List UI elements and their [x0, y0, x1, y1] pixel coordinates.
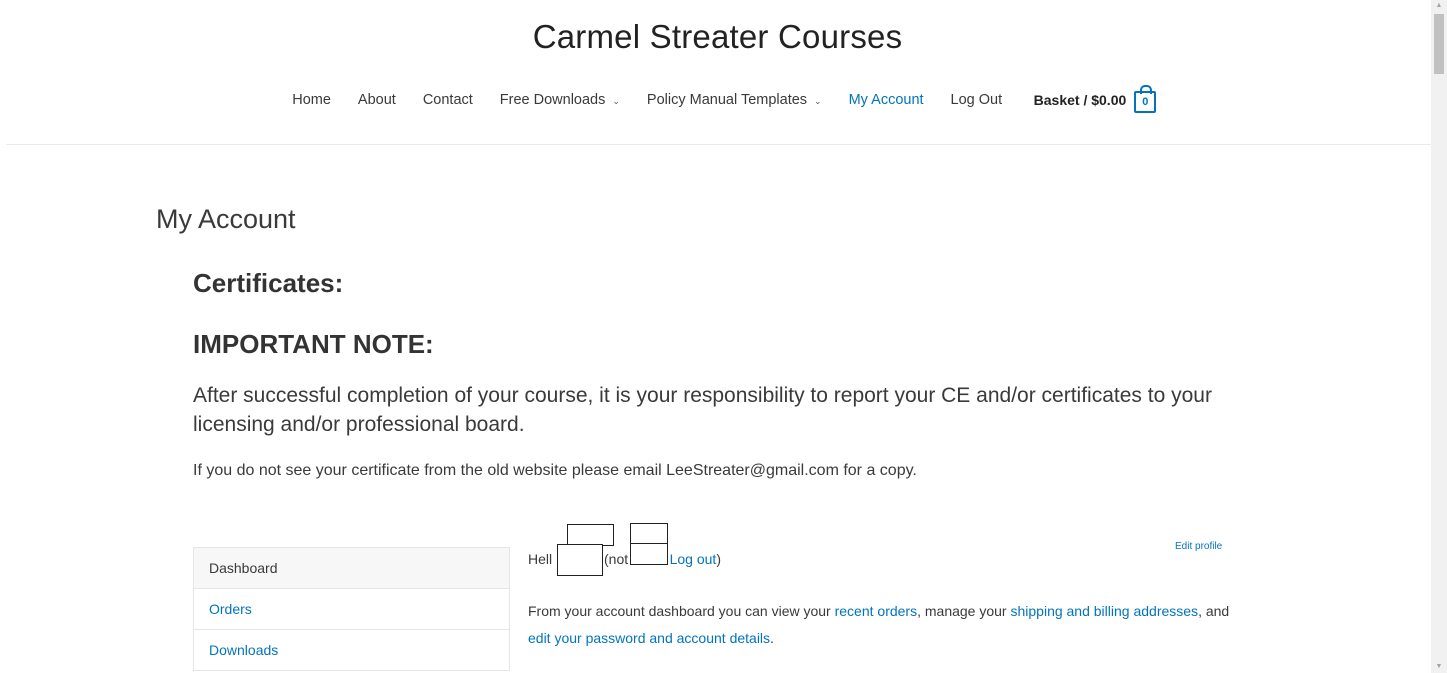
nav-log-out[interactable]: Log Out	[951, 92, 1003, 108]
nav-policy-label: Policy Manual Templates	[646, 92, 808, 108]
hello-prefix: Hell	[528, 551, 553, 567]
account-details-link[interactable]: edit your password and account details	[528, 630, 770, 646]
addresses-link[interactable]: shipping and billing addresses	[1010, 603, 1198, 619]
basket-label: Basket / $0.00	[1033, 92, 1127, 108]
desc-text-2: , manage your	[917, 603, 1011, 619]
not-you-prefix: (not	[600, 551, 629, 567]
recent-orders-link[interactable]: recent orders	[835, 603, 917, 619]
nav-home-label: Home	[292, 92, 331, 108]
nav-contact-label: Contact	[422, 92, 473, 108]
basket-count: 0	[1142, 96, 1149, 108]
edit-profile-link[interactable]: Edit profile	[1175, 541, 1222, 552]
important-note-text: After successful completion of your cour…	[193, 384, 1212, 436]
basket-button[interactable]: Basket / $0.00 0	[1033, 85, 1157, 113]
account-nav-downloads[interactable]: Downloads	[194, 629, 509, 670]
page-title: My Account	[156, 204, 296, 234]
redaction-box	[630, 523, 668, 545]
site-title[interactable]: Carmel Streater Courses	[0, 18, 1435, 56]
scroll-down-arrow-icon[interactable]: ▼	[1431, 661, 1447, 673]
nav-about-label: About	[357, 92, 396, 108]
nav-policy-manual-templates[interactable]: Policy Manual Templates ⌄	[647, 92, 822, 108]
nav-my-account-label: My Account	[848, 92, 924, 108]
redaction-box	[557, 544, 603, 576]
desc-text-3: , and	[1198, 603, 1230, 619]
desc-text-1: From your account dashboard you can view…	[528, 603, 835, 619]
nav-free-downloads-label: Free Downloads	[499, 92, 606, 108]
nav-contact[interactable]: Contact	[423, 92, 473, 108]
nav-home[interactable]: Home	[292, 92, 331, 108]
nav-my-account[interactable]: My Account	[849, 92, 924, 108]
scrollbar-thumb[interactable]	[1434, 14, 1444, 74]
account-navigation: Dashboard Orders Downloads	[193, 547, 510, 671]
account-nav-orders[interactable]: Orders	[194, 588, 509, 629]
scroll-up-arrow-icon[interactable]: ▲	[1431, 0, 1447, 12]
important-note-heading: IMPORTANT NOTE:	[193, 329, 434, 359]
desc-text-4: .	[770, 630, 774, 646]
chevron-down-icon: ⌄	[814, 95, 822, 106]
scrollbar[interactable]: ▲ ▼	[1431, 0, 1447, 673]
redaction-box	[630, 543, 668, 565]
chevron-down-icon: ⌄	[612, 95, 620, 106]
email-note: If you do not see your certificate from …	[193, 462, 917, 479]
redaction-box	[567, 524, 614, 546]
nav-log-out-label: Log Out	[950, 92, 1003, 108]
nav-about[interactable]: About	[358, 92, 396, 108]
header-divider	[6, 144, 1431, 145]
logout-link[interactable]: Log out	[670, 551, 717, 567]
account-nav-dashboard[interactable]: Dashboard	[194, 548, 509, 588]
close-paren: )	[716, 551, 721, 567]
dashboard-description: From your account dashboard you can view…	[528, 598, 1238, 652]
basket-icon: 0	[1134, 85, 1157, 113]
main-nav: Home About Contact Free Downloads ⌄ Poli…	[0, 85, 1435, 113]
certificates-heading: Certificates:	[193, 268, 344, 298]
nav-free-downloads[interactable]: Free Downloads ⌄	[500, 92, 620, 108]
